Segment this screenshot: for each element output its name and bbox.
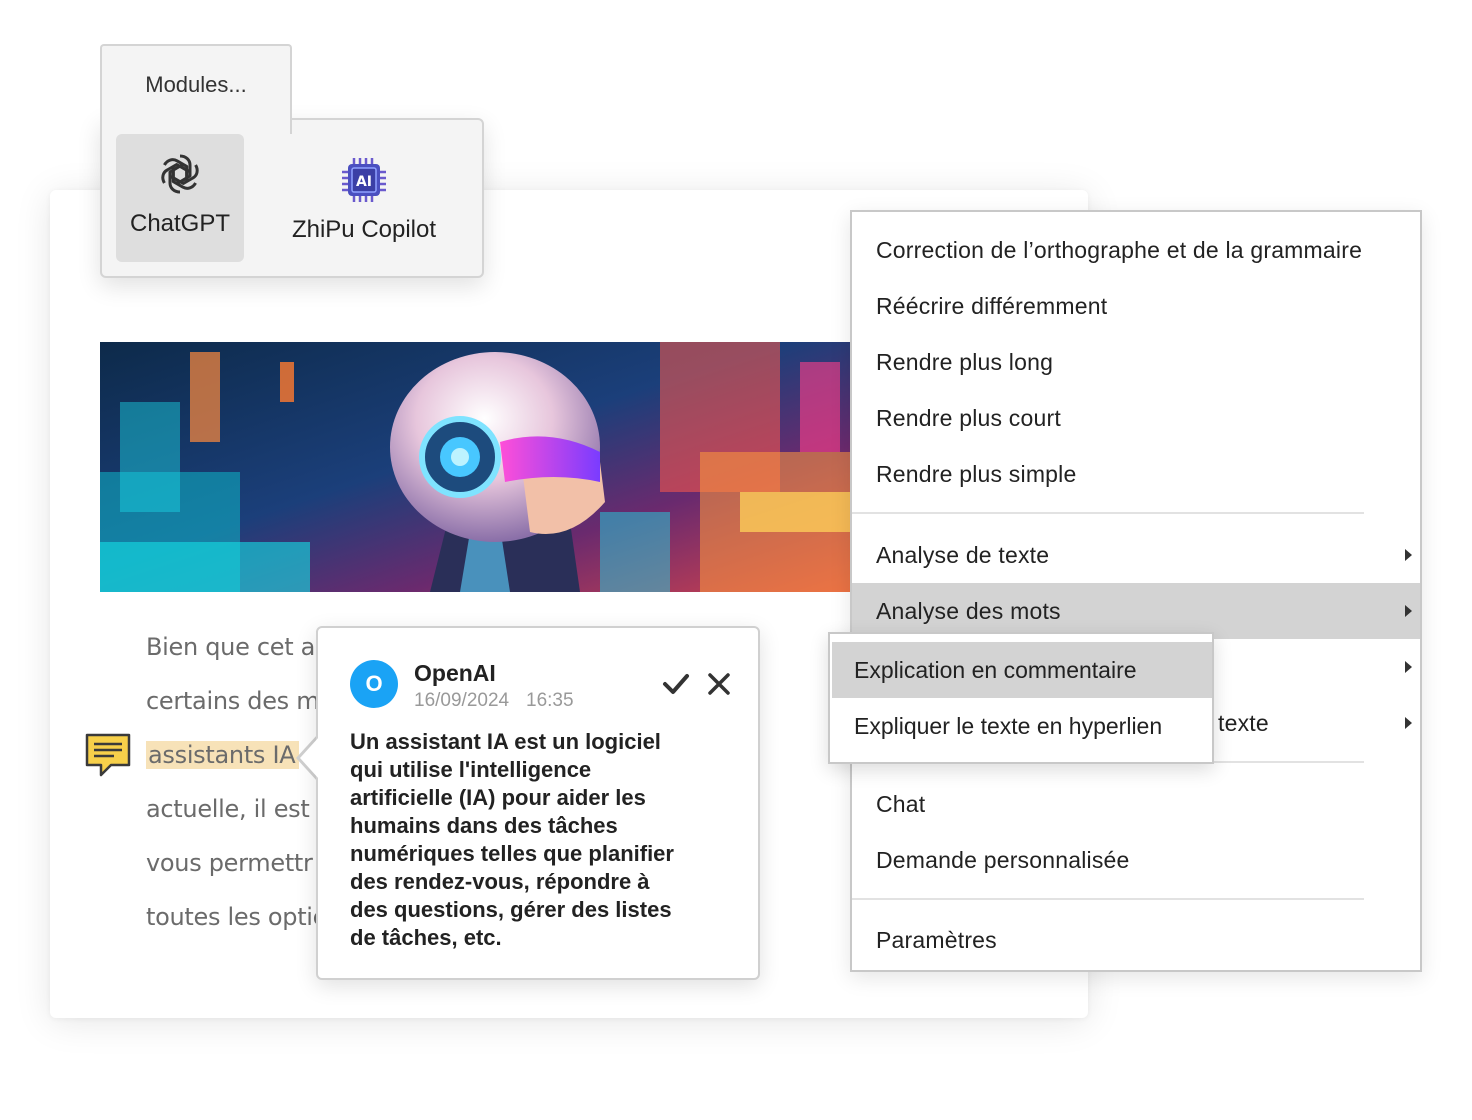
comment-line: qui utilise l'intelligence [350, 757, 592, 782]
module-zhipu-copilot[interactable]: AI ZhiPu Copilot [268, 134, 460, 262]
close-icon[interactable] [706, 670, 732, 698]
modules-tab-label: Modules... [145, 72, 247, 97]
text-line: toutes les optic [146, 903, 326, 931]
text-line: actuelle, il est c [146, 795, 330, 823]
avatar: O [350, 660, 398, 708]
text-line: vous permettr [146, 849, 313, 877]
menu-item-make-shorter[interactable]: Rendre plus court [852, 390, 1420, 446]
menu-divider [852, 512, 1364, 514]
module-chatgpt[interactable]: ChatGPT [116, 134, 244, 262]
menu-item-label: Analyse des mots [876, 598, 1061, 624]
banner-image [100, 342, 860, 592]
comment-line: Un assistant IA est un logiciel [350, 729, 661, 754]
popup-pointer [300, 737, 319, 779]
menu-item-text-analysis[interactable]: Analyse de texte [852, 527, 1420, 583]
openai-icon [161, 154, 199, 194]
comment-icon[interactable] [84, 732, 132, 778]
menu-item-spelling-grammar[interactable]: Correction de l’orthographe et de la gra… [852, 222, 1420, 278]
module-label: ChatGPT [129, 210, 231, 237]
text-line: Bien que cet ar [146, 633, 325, 661]
menu-item-make-longer[interactable]: Rendre plus long [852, 334, 1420, 390]
menu-item-custom-request[interactable]: Demande personnalisée [852, 832, 1420, 888]
comment-author: OpenAI [414, 660, 496, 686]
comment-line: des rendez-vous, répondre à [350, 869, 650, 894]
check-icon[interactable] [662, 672, 690, 696]
submenu-arrow-icon [1405, 661, 1412, 673]
comment-line: artificielle (IA) pour aider les [350, 785, 646, 810]
comment-date: 16/09/2024 [414, 690, 510, 711]
highlighted-text-line[interactable]: assistants IA [146, 738, 300, 772]
menu-item-chat[interactable]: Chat [852, 776, 1420, 832]
menu-item-label: Analyse de texte [876, 542, 1050, 568]
menu-item-make-simpler[interactable]: Rendre plus simple [852, 446, 1420, 502]
comment-line: humains dans des tâches [350, 813, 618, 838]
highlighted-term[interactable]: assistants IA [146, 741, 300, 769]
submenu-arrow-icon [1405, 717, 1412, 729]
text-line: certains des m [146, 687, 320, 715]
comment-line: des questions, gérer des listes [350, 897, 672, 922]
ai-chip-icon: AI [342, 158, 386, 202]
comment-time: 16:35 [526, 690, 574, 711]
submenu-arrow-icon [1405, 549, 1412, 561]
comment-body: Un assistant IA est un logiciel qui util… [350, 728, 730, 952]
menu-item-settings[interactable]: Paramètres [852, 912, 1420, 968]
submenu-item-hyperlink-explanation[interactable]: Expliquer le texte en hyperlien [832, 698, 1212, 754]
svg-text:AI: AI [356, 174, 372, 190]
menu-item-word-analysis[interactable]: Analyse des mots [852, 583, 1420, 639]
word-analysis-submenu: Explication en commentaire Expliquer le … [828, 632, 1214, 764]
submenu-arrow-icon [1405, 605, 1412, 617]
menu-item-rewrite[interactable]: Réécrire différemment [852, 278, 1420, 334]
comment-line: numériques telles que planifier [350, 841, 674, 866]
tab-connector [102, 110, 290, 122]
menu-divider [852, 898, 1364, 900]
context-menu: Correction de l’orthographe et de la gra… [850, 210, 1422, 972]
comment-line: de tâches, etc. [350, 925, 502, 950]
module-label: ZhiPu Copilot [291, 216, 437, 243]
submenu-item-comment-explanation[interactable]: Explication en commentaire [832, 642, 1212, 698]
